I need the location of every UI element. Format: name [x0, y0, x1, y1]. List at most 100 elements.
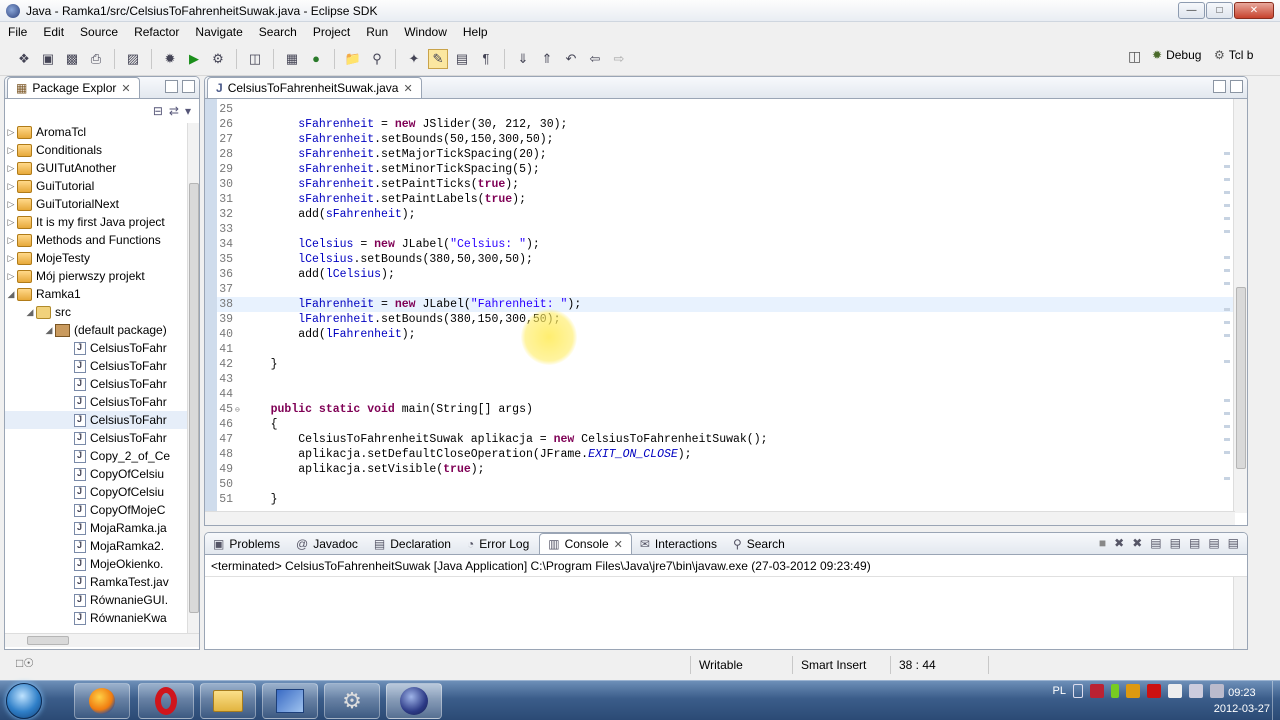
tree-item[interactable]: CelsiusToFahr	[5, 375, 187, 393]
new-package-icon[interactable]: ▦	[282, 49, 302, 69]
block-selection-icon[interactable]: ▤	[452, 49, 472, 69]
run-icon[interactable]: ▶	[184, 49, 204, 69]
tree-item[interactable]: Copy_2_of_Ce	[5, 447, 187, 465]
menu-project[interactable]: Project	[305, 25, 358, 39]
battery-icon[interactable]	[1111, 684, 1119, 698]
tree-item[interactable]: ▷ MojeTesty	[5, 249, 187, 267]
overview-marker[interactable]	[1224, 217, 1230, 220]
tree-item[interactable]: RamkaTest.jav	[5, 573, 187, 591]
flag-icon[interactable]	[1168, 684, 1182, 698]
forward-icon[interactable]: ⇨	[609, 49, 629, 69]
taskbar-explorer[interactable]	[200, 683, 256, 719]
code-line[interactable]: 35 lCelsius.setBounds(380,50,300,50);	[217, 252, 1235, 267]
tree-item[interactable]: CopyOfCelsiu	[5, 465, 187, 483]
menu-file[interactable]: File	[0, 25, 35, 39]
tree-item[interactable]: CelsiusToFahr	[5, 411, 187, 429]
tree-item[interactable]: CelsiusToFahr	[5, 429, 187, 447]
debug-icon[interactable]: ✹	[160, 49, 180, 69]
minimize-button[interactable]: —	[1178, 2, 1205, 19]
expand-arrow-icon[interactable]: ▷	[5, 199, 17, 210]
tree-item[interactable]: ▷ AromaTcl	[5, 123, 187, 141]
code-line[interactable]: 25	[217, 102, 1235, 117]
code-line[interactable]: 26 sFahrenheit = new JSlider(30, 212, 30…	[217, 117, 1235, 132]
terminate-icon[interactable]: ■	[1099, 536, 1106, 550]
editor-horizontal-scrollbar[interactable]	[205, 511, 1235, 525]
code-line[interactable]: 36 add(lCelsius);	[217, 267, 1235, 282]
code-line[interactable]: 45 ⊖ public static void main(String[] arg…	[217, 402, 1235, 417]
maximize-button[interactable]: □	[1206, 2, 1233, 19]
code-line[interactable]: 48 aplikacja.setDefaultCloseOperation(JF…	[217, 447, 1235, 462]
tab-javadoc[interactable]: @ Javadoc	[288, 533, 366, 554]
overview-marker[interactable]	[1224, 308, 1230, 311]
open-console-icon[interactable]: ▤	[1228, 536, 1239, 550]
close-icon[interactable]: ✕	[121, 82, 130, 95]
tab-editor-file[interactable]: J CelsiusToFahrenheitSuwak.java ✕	[207, 77, 422, 98]
tree-item[interactable]: ▷ Mój pierwszy projekt	[5, 267, 187, 285]
tree-item[interactable]: MojaRamka2.	[5, 537, 187, 555]
keyboard-icon[interactable]	[1073, 684, 1083, 698]
code-line[interactable]: 27 sFahrenheit.setBounds(50,150,300,50);	[217, 132, 1235, 147]
overview-marker[interactable]	[1224, 321, 1230, 324]
overview-marker[interactable]	[1224, 256, 1230, 259]
code-line[interactable]: 28 sFahrenheit.setMajorTickSpacing(20);	[217, 147, 1235, 162]
overview-marker[interactable]	[1224, 165, 1230, 168]
search-icon[interactable]: ⚲	[367, 49, 387, 69]
code-line[interactable]: 33	[217, 222, 1235, 237]
clear-console-icon[interactable]: ▤	[1150, 536, 1161, 550]
editor-vertical-scrollbar[interactable]	[1233, 99, 1247, 513]
new-icon[interactable]: ❖	[14, 49, 34, 69]
language-indicator[interactable]: PL	[1053, 685, 1066, 697]
expand-arrow-icon[interactable]: ▷	[5, 127, 17, 138]
open-type-icon[interactable]: ▨	[123, 49, 143, 69]
expand-arrow-icon[interactable]: ▷	[5, 145, 17, 156]
tree-item[interactable]: ◢ src	[5, 303, 187, 321]
code-line[interactable]: 40 add(lFahrenheit);	[217, 327, 1235, 342]
tree-item[interactable]: ▷ Conditionals	[5, 141, 187, 159]
menu-edit[interactable]: Edit	[35, 25, 72, 39]
scroll-lock-icon[interactable]: ▤	[1170, 536, 1181, 550]
taskbar-network[interactable]	[262, 683, 318, 719]
show-whitespace-icon[interactable]: ¶	[476, 49, 496, 69]
expand-arrow-icon[interactable]: ▷	[5, 181, 17, 192]
next-annotation-icon[interactable]: ⇓	[513, 49, 533, 69]
overview-marker[interactable]	[1224, 412, 1230, 415]
code-line[interactable]: 41	[217, 342, 1235, 357]
close-icon[interactable]: ✕	[614, 538, 623, 551]
open-folder-icon[interactable]: 📁	[343, 49, 363, 69]
code-line[interactable]: 31 sFahrenheit.setPaintLabels(true);	[217, 192, 1235, 207]
menu-source[interactable]: Source	[72, 25, 126, 39]
mark-occurrences-icon[interactable]: ✦	[404, 49, 424, 69]
tree-item[interactable]: ▷ Methods and Functions	[5, 231, 187, 249]
tree-item[interactable]: ▷ GuiTutorial	[5, 177, 187, 195]
tab-declaration[interactable]: ▤ Declaration	[366, 533, 459, 554]
maximize-view-button[interactable]	[182, 80, 195, 93]
tree-item[interactable]: RównanieKwa	[5, 609, 187, 627]
security-icon[interactable]	[1090, 684, 1104, 698]
external-tools-icon[interactable]: ⚙	[208, 49, 228, 69]
code-editor[interactable]: 25 26 sFahrenheit = new JSlider(30, 212, …	[205, 99, 1235, 513]
code-line[interactable]: 44	[217, 387, 1235, 402]
tab-error-log[interactable]: ◔ Error Log	[459, 533, 537, 554]
tab-search[interactable]: ⚲ Search	[725, 533, 793, 554]
antivirus-icon[interactable]	[1147, 684, 1161, 698]
taskbar-firefox[interactable]	[74, 683, 130, 719]
tree-item[interactable]: CopyOfMojeC	[5, 501, 187, 519]
tree-item[interactable]: CelsiusToFahr	[5, 357, 187, 375]
code-line[interactable]: 50	[217, 477, 1235, 492]
taskbar-tools[interactable]: ⚙	[324, 683, 380, 719]
overview-marker[interactable]	[1224, 477, 1230, 480]
collapse-arrow-icon[interactable]: ◢	[24, 307, 36, 318]
close-window-button[interactable]: ✕	[1234, 2, 1274, 19]
expand-arrow-icon[interactable]: ▷	[5, 235, 17, 246]
code-line[interactable]: 37	[217, 282, 1235, 297]
tab-interactions[interactable]: ✉ Interactions	[632, 533, 725, 554]
tree-item[interactable]: CelsiusToFahr	[5, 339, 187, 357]
tree-item[interactable]: ▷ GUITutAnother	[5, 159, 187, 177]
network-tray-icon[interactable]	[1189, 684, 1203, 698]
code-line[interactable]: 29 sFahrenheit.setMinorTickSpacing(5);	[217, 162, 1235, 177]
code-line[interactable]: 32 add(sFahrenheit);	[217, 207, 1235, 222]
minimize-view-button[interactable]	[165, 80, 178, 93]
power-icon[interactable]	[1126, 684, 1140, 698]
debug-perspective[interactable]: ✹ Debug	[1152, 48, 1201, 62]
print-icon[interactable]: ⎙	[86, 49, 106, 69]
